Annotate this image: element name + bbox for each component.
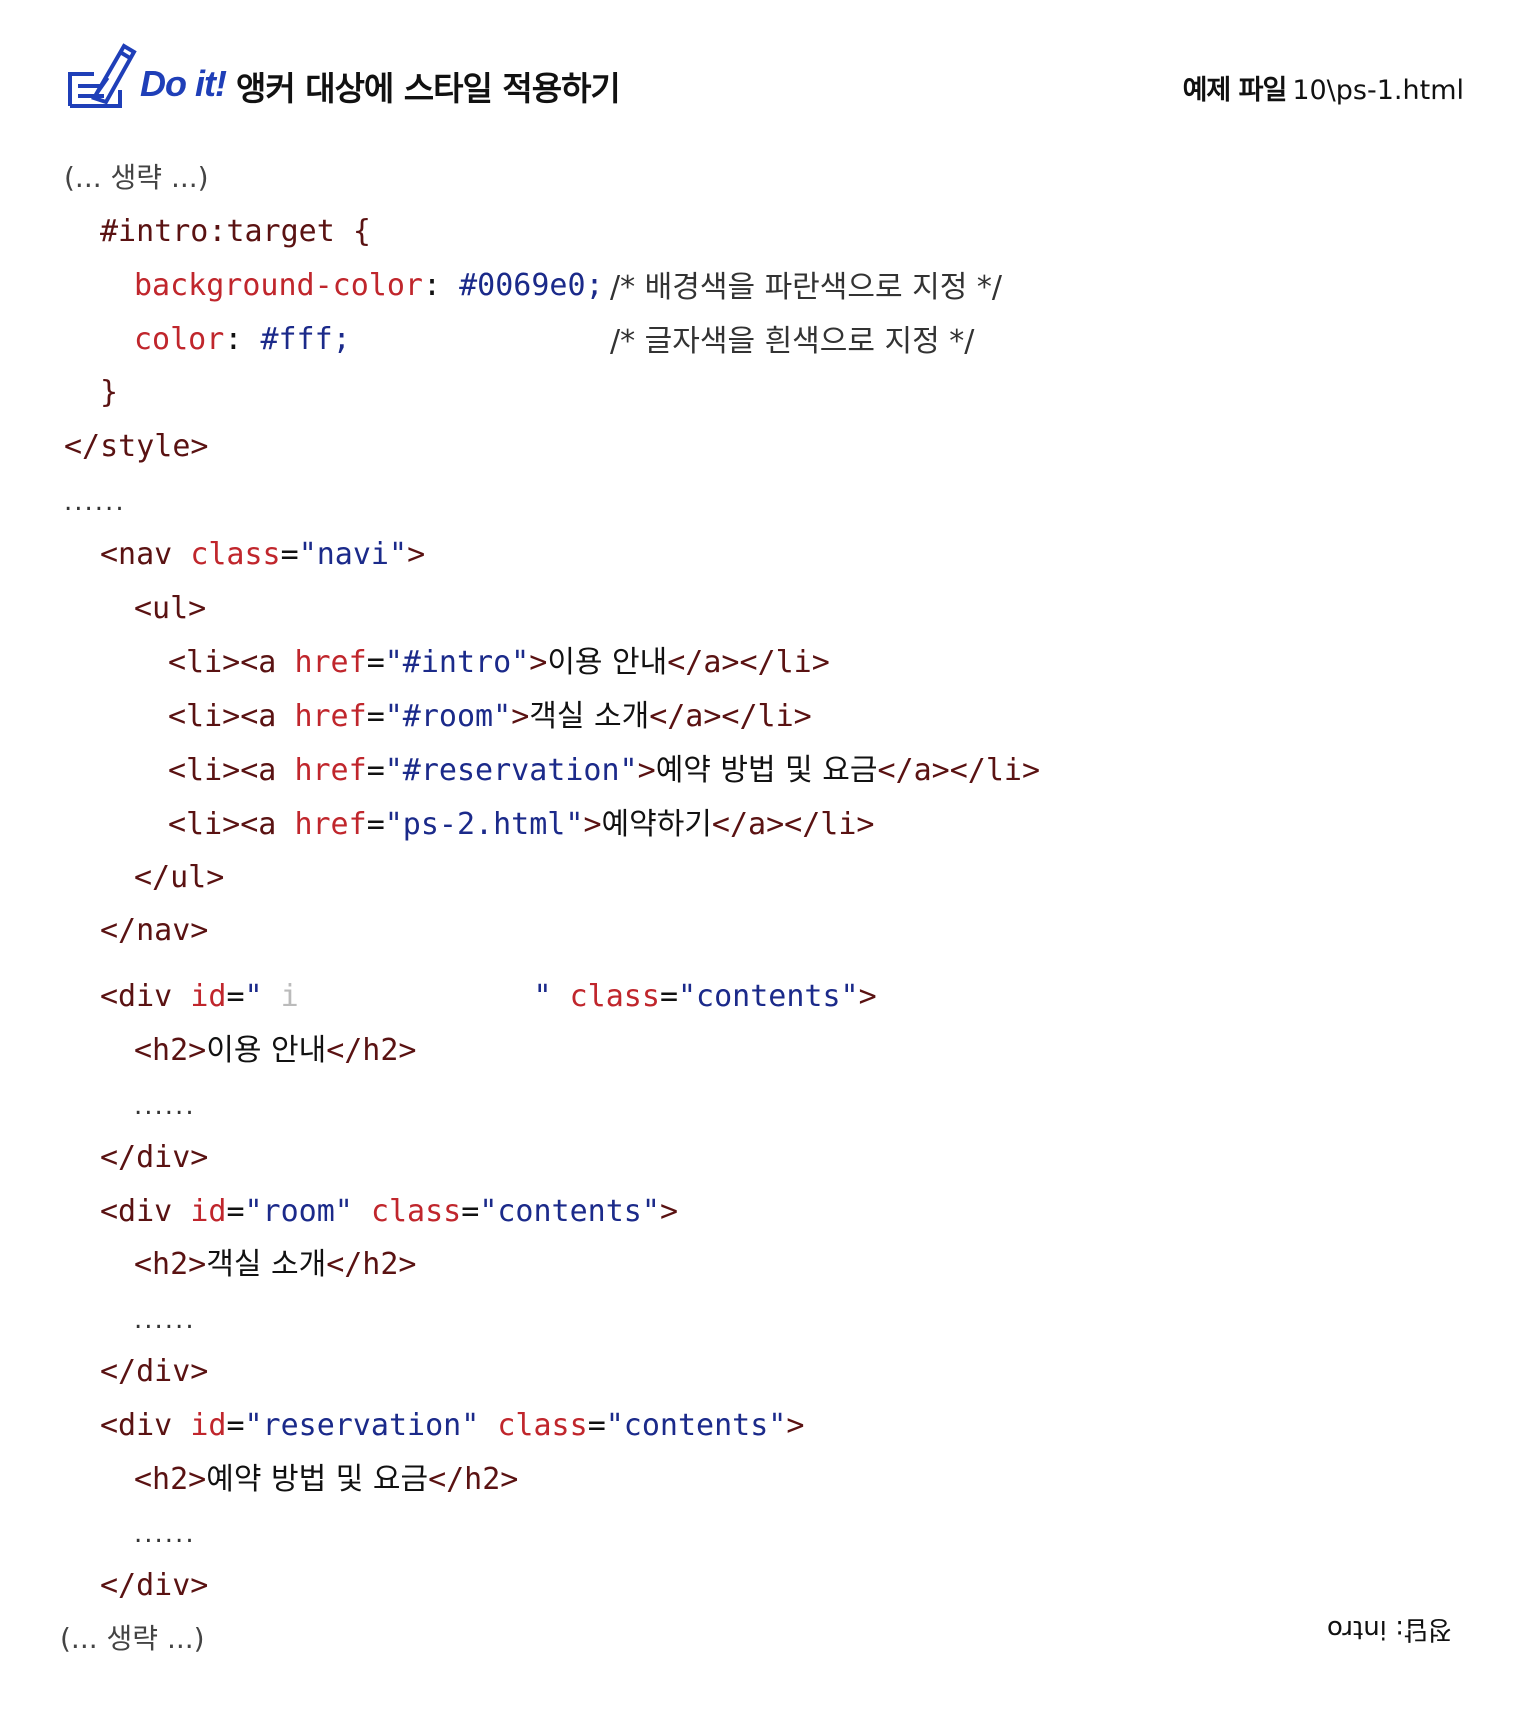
link-text: 이용 안내	[547, 645, 668, 680]
answer-rotated: 정답: intro	[1327, 1614, 1452, 1644]
css-value: #0069e0;	[459, 268, 604, 303]
nav-tag: <nav	[100, 537, 173, 572]
nav-close-tag: </nav>	[100, 913, 209, 948]
ellipsis: ......	[134, 1091, 196, 1121]
attr-value: "contents"	[479, 1194, 660, 1229]
blank-fill: i	[280, 979, 299, 1014]
div-close-tag: </div>	[100, 1354, 209, 1389]
ellipsis: ......	[134, 1305, 196, 1335]
omitted-bottom: (... 생략 ...)	[60, 1622, 205, 1655]
h2-line: <h2>예약 방법 및 요금</h2>	[134, 1462, 519, 1497]
attr-class: class	[190, 537, 281, 572]
style-close-tag: </style>	[64, 429, 209, 464]
css-property: background-color	[134, 268, 423, 303]
attr-value: "reservation"	[244, 1408, 480, 1443]
close-brace: }	[100, 375, 119, 410]
css-rule-color: color: #fff;	[134, 322, 351, 357]
heading-text: 이용 안내	[206, 1033, 327, 1068]
omitted-top: (... 생략 ...)	[64, 161, 209, 194]
h2-line: <h2>객실 소개</h2>	[134, 1247, 417, 1282]
attr-value: "contents"	[605, 1408, 787, 1443]
div-close-tag: </div>	[100, 1140, 209, 1175]
ellipsis: ......	[134, 1519, 196, 1549]
div-intro-line: <div id=" i " class="contents">	[100, 979, 877, 1014]
link-text: 예약 방법 및 요금	[655, 753, 878, 788]
css-selector: #intro:target {	[100, 214, 371, 249]
css-property: color	[134, 322, 225, 357]
link-href: "#room"	[384, 699, 512, 734]
div-reservation-line: <div id="reservation" class="contents">	[100, 1408, 805, 1443]
h2-line: <h2>이용 안내</h2>	[134, 1033, 417, 1068]
css-value: #fff;	[260, 322, 351, 357]
page: Do it! 앵커 대상에 스타일 적용하기 예제 파일 10\ps-1.html…	[0, 0, 1516, 1710]
css-comment: /* 배경색을 파란색으로 지정 */	[610, 270, 1002, 305]
css-comment: /* 글자색을 흰색으로 지정 */	[610, 324, 975, 359]
nav-open-line: <nav class="navi">	[100, 537, 426, 572]
link-href: "#reservation"	[384, 753, 638, 788]
attr-value: "contents"	[678, 979, 859, 1014]
list-item: <li><a href="ps-2.html">예약하기</a></li>	[168, 807, 875, 842]
list-item: <li><a href="#room">객실 소개</a></li>	[168, 699, 812, 734]
link-href: "ps-2.html"	[384, 807, 584, 842]
attr-value: "room"	[244, 1194, 353, 1229]
ellipsis: ......	[64, 487, 126, 517]
attr-value: "navi"	[298, 537, 408, 572]
link-href: "#intro"	[384, 645, 530, 680]
div-room-line: <div id="room" class="contents">	[100, 1194, 678, 1229]
css-rule-background: background-color: #0069e0;	[134, 268, 604, 303]
code-block: (... 생략 ...) #intro:target { background-…	[0, 0, 1516, 1710]
list-item: <li><a href="#reservation">예약 방법 및 요금</a…	[168, 753, 1041, 788]
heading-text: 객실 소개	[206, 1247, 327, 1282]
link-text: 예약하기	[601, 807, 712, 842]
div-close-tag: </div>	[100, 1568, 209, 1603]
list-item: <li><a href="#intro">이용 안내</a></li>	[168, 645, 830, 680]
link-text: 객실 소개	[529, 699, 650, 734]
ul-close-tag: </ul>	[134, 860, 225, 895]
ul-open-tag: <ul>	[134, 591, 207, 626]
heading-text: 예약 방법 및 요금	[206, 1462, 429, 1497]
